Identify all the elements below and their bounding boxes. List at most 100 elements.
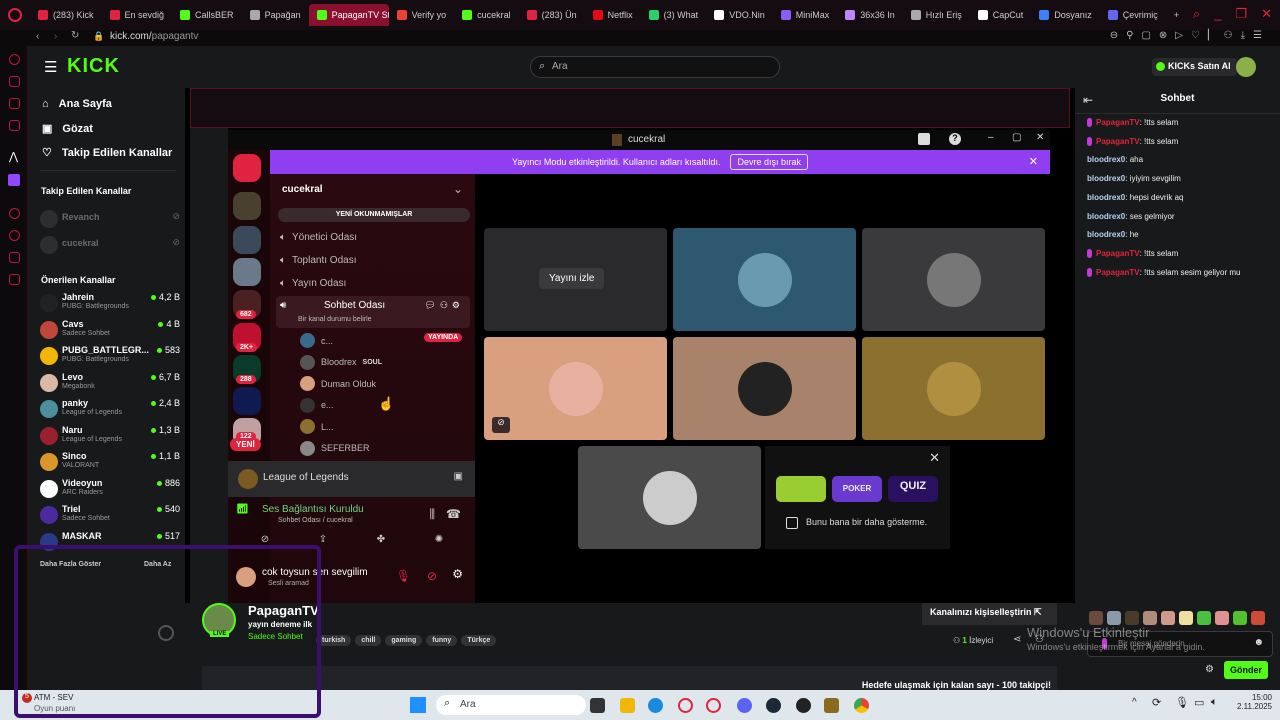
camera-icon[interactable]: ⊘	[261, 534, 269, 554]
restore-icon[interactable]: ❐	[1235, 6, 1247, 22]
emote-icon[interactable]	[1251, 611, 1265, 625]
widget-title[interactable]: ATM - SEV	[34, 693, 73, 702]
user-settings-icon[interactable]: ⚙	[452, 567, 463, 581]
recommended-channel[interactable]: panky League of Legends 2,4 B	[40, 398, 180, 424]
emote-icon[interactable]	[1125, 611, 1139, 625]
stream-tag[interactable]: Türkçe	[461, 635, 497, 646]
forward-icon[interactable]: ›	[54, 31, 57, 42]
voice-user[interactable]: Duman Olduk	[300, 376, 376, 391]
chat-username[interactable]: PapaganTV	[1096, 137, 1140, 146]
dont-show-again-checkbox[interactable]	[786, 517, 798, 529]
deafened-icon[interactable]: ⊘	[427, 569, 437, 583]
settings-icon[interactable]	[9, 274, 20, 285]
browser-tab[interactable]: Dosyanız	[1031, 4, 1100, 26]
browser-tab[interactable]: Verify yo	[389, 4, 455, 26]
chat-username[interactable]: PapaganTV	[1096, 249, 1140, 258]
stream-tag[interactable]: chill	[355, 635, 382, 646]
tray-chevron-icon[interactable]: ^	[1132, 697, 1137, 708]
participant-tile[interactable]: ⊘	[484, 337, 667, 440]
channel-name[interactable]: PapaganTV	[248, 603, 319, 618]
clock-icon[interactable]	[9, 230, 20, 241]
chat-username[interactable]: PapaganTV	[1096, 118, 1140, 127]
show-more-link[interactable]: Daha Fazla Göster	[40, 561, 101, 568]
recommended-channel[interactable]: Naru League of Legends 1,3 B	[40, 425, 180, 451]
browser-tab[interactable]: Hızlı Eriş	[903, 4, 970, 26]
voice-channel[interactable]: 🔈︎ Yönetici Odası	[280, 232, 357, 243]
show-less-link[interactable]: Daha Az	[144, 561, 171, 568]
app-icon[interactable]	[824, 698, 839, 713]
stream-tag[interactable]: funny	[426, 635, 458, 646]
noise-suppression-icon[interactable]: ⫼	[429, 507, 435, 522]
disable-streamer-mode-button[interactable]: Devre dışı bırak	[730, 154, 808, 170]
channel-status[interactable]: Bir kanal durumu belirle	[298, 316, 372, 323]
chat-settings-icon[interactable]: ⚙	[1205, 664, 1214, 675]
extensions-icon[interactable]	[9, 252, 20, 263]
steam-icon[interactable]	[766, 698, 781, 713]
taskbar-search[interactable]: ⌕ Ara	[436, 695, 586, 715]
emote-icon[interactable]	[1215, 611, 1229, 625]
nav-following[interactable]: ♡ Takip Edilen Kanallar	[42, 146, 172, 160]
chat-username[interactable]: bloodrex0	[1087, 212, 1125, 221]
new-tab-button[interactable]: +	[1166, 4, 1187, 26]
search-input[interactable]: ⌕ Ara	[530, 56, 780, 78]
browser-tab[interactable]: cucekral	[454, 4, 519, 26]
help-icon[interactable]: ?	[949, 133, 961, 145]
player-icon[interactable]	[9, 208, 20, 219]
buy-kicks-button[interactable]: KICKs Satın Al	[1152, 58, 1237, 76]
sync-icon[interactable]: ⟳	[1152, 696, 1161, 709]
activities-icon[interactable]: ✤	[377, 534, 385, 554]
chat-username[interactable]: bloodrex0	[1087, 230, 1125, 239]
chrome-icon[interactable]	[854, 698, 869, 713]
recommended-channel[interactable]: Jahrein PUBG: Battlegrounds 4,2 B	[40, 292, 180, 318]
minimize-icon[interactable]: _	[1214, 6, 1221, 22]
browser-tab[interactable]: (283) Ün	[519, 4, 585, 26]
followed-channel[interactable]: cucekral ⊘	[40, 234, 180, 260]
close-banner-icon[interactable]: ✕	[1029, 155, 1038, 168]
obs-icon[interactable]	[796, 698, 811, 713]
voice-channel-path[interactable]: Sohbet Odası / cucekral	[278, 517, 353, 524]
screen-share-icon[interactable]: ▣	[454, 471, 463, 482]
channel-actions-icons[interactable]: 💬︎⚇⚙	[424, 300, 464, 311]
user-avatar[interactable]	[1236, 57, 1256, 77]
browser-tab[interactable]: PapaganTV Stream	[308, 4, 389, 26]
emote-icon[interactable]	[1143, 611, 1157, 625]
browser-tab[interactable]: CallsBER	[172, 4, 242, 26]
file-explorer-icon[interactable]	[620, 698, 635, 713]
close-icon[interactable]: ✕	[1036, 132, 1044, 143]
voice-user[interactable]: L...	[300, 419, 334, 434]
browser-tab[interactable]: (3) What	[641, 4, 707, 26]
browser-tab[interactable]: Çevrimiç	[1100, 4, 1166, 26]
watch-stream-button[interactable]: Yayını izle	[539, 268, 605, 289]
voice-status[interactable]: Ses Bağlantısı Kuruldu	[262, 504, 364, 515]
kick-logo[interactable]: KICK	[67, 55, 120, 78]
chevron-down-icon[interactable]: ⌄	[453, 182, 463, 196]
followed-channel[interactable]: Revanch ⊘	[40, 208, 180, 234]
chat-username[interactable]: bloodrex0	[1087, 155, 1125, 164]
browser-tab[interactable]: Papağan	[242, 4, 309, 26]
active-voice-channel[interactable]: 🔊︎ Sohbet Odası Bir kanal durumu belirle…	[276, 296, 470, 328]
participant-tile[interactable]	[578, 446, 761, 549]
server-icon[interactable]	[233, 192, 261, 220]
emote-icon[interactable]	[1197, 611, 1211, 625]
server-icon[interactable]	[233, 387, 261, 415]
game-card-chess[interactable]	[776, 476, 826, 502]
browser-tab[interactable]: (283) Kick	[30, 4, 102, 26]
stream-tile[interactable]: Yayını izle	[484, 228, 667, 331]
opera-icon[interactable]	[706, 698, 721, 713]
participant-tile[interactable]	[862, 228, 1045, 331]
emote-icon[interactable]	[1107, 611, 1121, 625]
stream-category[interactable]: Sadece Sohbet	[248, 632, 303, 641]
chat-username[interactable]: PapaganTV	[1096, 268, 1140, 277]
user-avatar[interactable]	[236, 567, 256, 587]
stream-tag[interactable]: turkish	[316, 635, 352, 646]
emote-icon[interactable]	[1179, 611, 1193, 625]
participant-tile[interactable]	[862, 337, 1045, 440]
voice-channel[interactable]: 🔈︎ Toplantı Odası	[280, 255, 356, 266]
activity-panel[interactable]: League of Legends ▣	[228, 461, 475, 497]
server-icon[interactable]: 682	[233, 290, 261, 319]
emote-icon[interactable]	[1161, 611, 1175, 625]
browser-tab[interactable]: 36x36 In	[837, 4, 903, 26]
opera-gx-icon[interactable]	[678, 698, 693, 713]
back-icon[interactable]: ‹	[36, 31, 39, 42]
kick-app-icon[interactable]: ⋀	[9, 150, 18, 163]
